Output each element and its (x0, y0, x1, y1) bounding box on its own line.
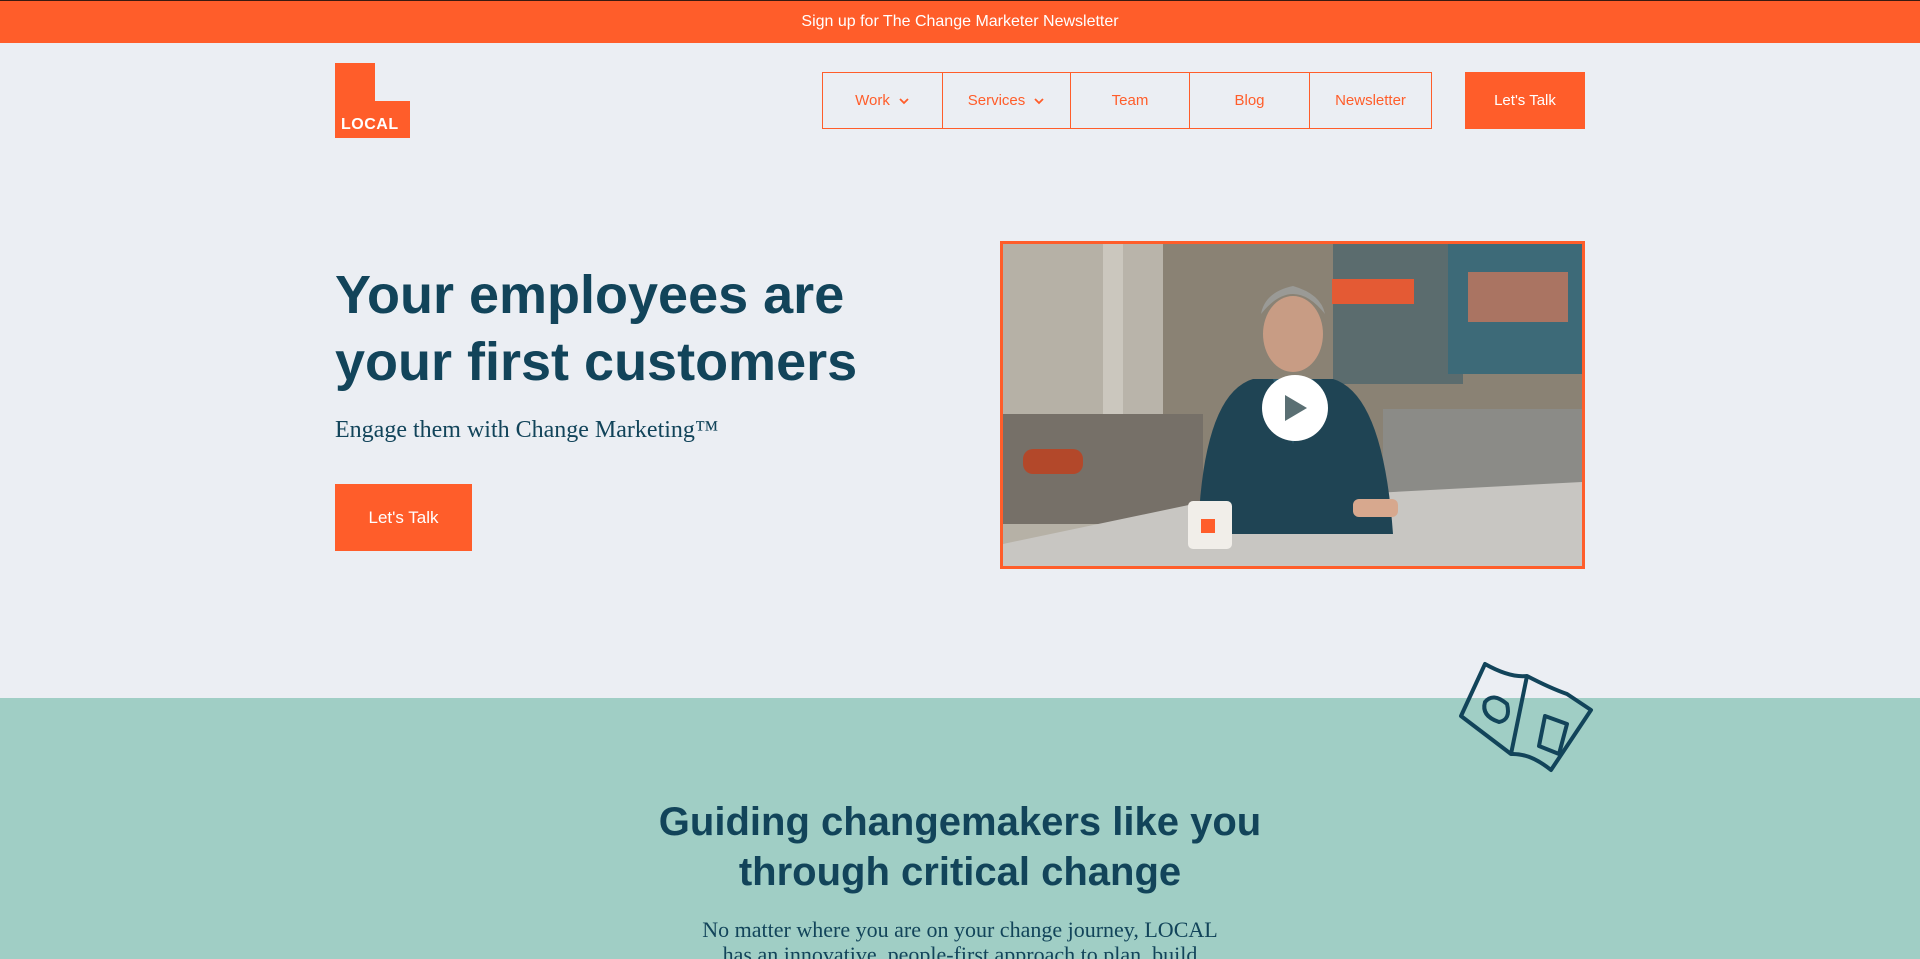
hero-title-line-1: Your employees are (335, 265, 845, 325)
nav-item-work[interactable]: Work (823, 73, 943, 128)
section-title-line-1: Guiding changemakers like you (658, 800, 1262, 844)
hero-subtitle: Engage them with Change Marketing™ (335, 417, 719, 443)
nav-item-newsletter[interactable]: Newsletter (1310, 73, 1431, 128)
play-button[interactable] (1262, 375, 1328, 441)
logo-wordmark: LOCAL (341, 116, 399, 133)
nav-item-label: Newsletter (1335, 92, 1406, 109)
local-logo[interactable]: LOCAL (335, 63, 410, 138)
play-icon (1285, 395, 1307, 421)
nav-item-team[interactable]: Team (1071, 73, 1190, 128)
nav-item-label: Services (967, 92, 1026, 109)
nav-item-label: Work (855, 92, 890, 109)
nav-item-services[interactable]: Services (943, 73, 1071, 128)
hero-video[interactable] (1000, 241, 1585, 569)
map-icon (1459, 662, 1593, 772)
newsletter-signup-banner[interactable]: Sign up for The Change Marketer Newslett… (0, 0, 1920, 43)
section-title-line-2: through critical change (738, 850, 1182, 894)
main-nav: Work Services Team Blog Newsletter (822, 72, 1432, 129)
newsletter-signup-text: Sign up for The Change Marketer Newslett… (801, 13, 1119, 30)
lets-talk-nav-button[interactable]: Let's Talk (1465, 72, 1585, 129)
nav-item-label: Team (1111, 92, 1149, 109)
lets-talk-hero-button[interactable]: Let's Talk (335, 484, 472, 551)
section-body: No matter where you are on your change j… (680, 917, 1240, 959)
hero-title: Your employees are your first customers (335, 262, 895, 396)
section-title: Guiding changemakers like you through cr… (560, 797, 1360, 897)
section-body-line-1: No matter where you are on your change j… (702, 917, 1218, 942)
chevron-down-icon (1034, 97, 1044, 104)
nav-item-label: Blog (1234, 92, 1265, 109)
section-body-line-2: has an innovative, people-first approach… (722, 942, 1198, 959)
nav-item-blog[interactable]: Blog (1190, 73, 1310, 128)
chevron-down-icon (899, 97, 909, 104)
hero-title-line-2: your first customers (335, 332, 858, 392)
